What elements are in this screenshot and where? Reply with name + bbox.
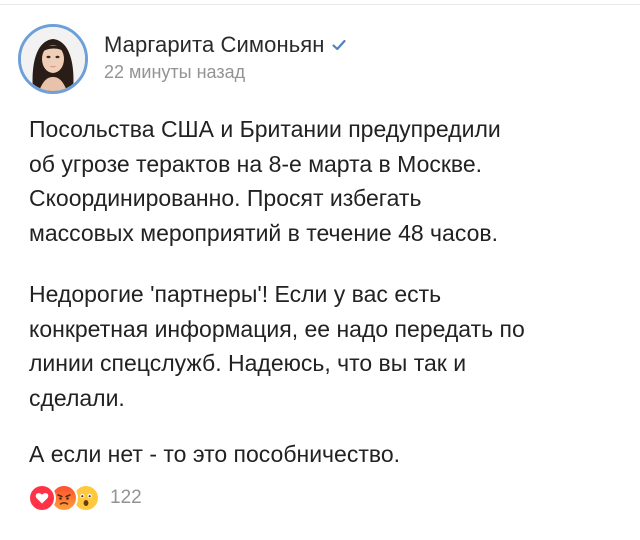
author-row: Маргарита Симоньян <box>104 30 347 60</box>
avatar[interactable] <box>18 24 88 94</box>
post-text-paragraph: Недорогие 'партнеры'! Если у вас есть ко… <box>29 281 525 411</box>
verified-icon <box>331 37 347 53</box>
post-text-paragraph: Посольства США и Британии предупредили о… <box>29 116 501 246</box>
heart-icon <box>28 484 56 512</box>
post-timestamp[interactable]: 22 минуты назад <box>104 62 245 83</box>
post-text-paragraph: А если нет - то это пособничество. <box>29 441 400 467</box>
author-name[interactable]: Маргарита Симоньян <box>104 32 325 58</box>
reaction-count: 122 <box>110 487 142 508</box>
avatar-photo <box>21 27 85 91</box>
reactions-bar[interactable]: 122 <box>28 484 142 512</box>
post-card: Маргарита Симоньян 22 минуты назад Посол… <box>0 0 640 540</box>
